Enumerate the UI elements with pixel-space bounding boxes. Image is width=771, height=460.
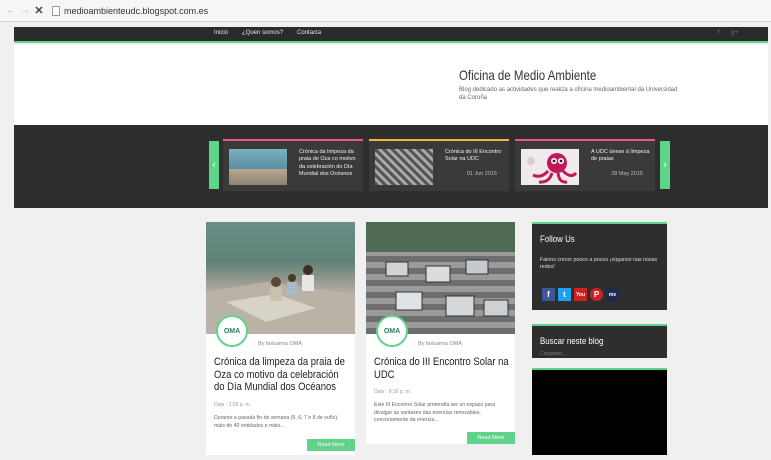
youtube-icon[interactable]: You bbox=[574, 288, 587, 301]
back-icon[interactable]: ← bbox=[4, 5, 18, 16]
author-avatar[interactable]: OMA bbox=[216, 315, 248, 347]
slider-prev-button[interactable]: ‹ bbox=[209, 141, 219, 189]
post-excerpt: Durante a pasada fin de semana (5, 6, 7 … bbox=[214, 415, 339, 429]
slide-date: 01 Jun 2015 bbox=[466, 171, 497, 177]
post-author[interactable]: By bolsaima OMA bbox=[258, 341, 302, 347]
twitter-icon[interactable]: t bbox=[558, 288, 571, 301]
google-plus-icon[interactable]: g+ bbox=[731, 30, 738, 36]
nav-links: Inicio ¿Quen somos? Contacta bbox=[214, 30, 321, 36]
search-widget: Buscar neste blog Cargando... bbox=[532, 324, 667, 358]
nav-link-inicio[interactable]: Inicio bbox=[214, 30, 228, 36]
pinterest-icon[interactable]: P bbox=[590, 288, 603, 301]
site-header: Oficina de Medio Ambiente Blog dedicado … bbox=[14, 45, 768, 125]
post-title[interactable]: Crónica da limpeza da praia de Oza co mo… bbox=[214, 356, 352, 394]
follow-us-widget: Follow Us Fainos crecer pouco a pouco ¡x… bbox=[532, 222, 667, 310]
widget-title: Buscar neste blog bbox=[540, 336, 604, 346]
read-more-button[interactable]: Read More bbox=[307, 439, 355, 451]
slide-item[interactable]: A UDC únese á limpeza de praias 28 May 2… bbox=[515, 139, 655, 191]
browser-address-bar: ← → ✕ medioambienteudc.blogspot.com.es bbox=[0, 0, 771, 22]
octopus-illustration bbox=[527, 153, 578, 184]
page-icon bbox=[52, 5, 60, 16]
slide-title[interactable]: Crónica da limpeza da praia de Oza co mo… bbox=[299, 149, 359, 179]
post-title[interactable]: Crónica do III Encontro Solar na UDC bbox=[374, 356, 512, 381]
chevron-right-icon: › bbox=[663, 159, 667, 171]
slide-item[interactable]: Crónica do III Encontro Solar na UDC 01 … bbox=[369, 139, 509, 191]
top-navigation: Inicio ¿Quen somos? Contacta f g+ bbox=[14, 27, 768, 43]
slide-date: 28 May 2015 bbox=[611, 171, 643, 177]
chevron-left-icon: ‹ bbox=[212, 159, 216, 171]
slide-title[interactable]: A UDC únese á limpeza de praias bbox=[591, 149, 651, 164]
facebook-icon[interactable]: f bbox=[717, 30, 719, 36]
facebook-icon[interactable]: f bbox=[542, 288, 555, 301]
widget-title: Follow Us bbox=[540, 234, 575, 244]
embed-widget[interactable] bbox=[532, 368, 667, 455]
slide-thumbnail[interactable] bbox=[521, 149, 579, 185]
nav-link-contacta[interactable]: Contacta bbox=[297, 30, 321, 36]
post-card: OMA By bolsaima OMA Crónica do III Encon… bbox=[366, 222, 515, 444]
slide-thumbnail[interactable] bbox=[229, 149, 287, 185]
featured-slider: ‹ Crónica da limpeza da praia de Oza co … bbox=[14, 125, 768, 208]
post-date: Date : 9:16 p. m. bbox=[374, 389, 411, 395]
nav-social: f g+ bbox=[717, 30, 738, 36]
site-description: Blog dedicado as actividades que realiza… bbox=[459, 87, 678, 102]
slider-next-button[interactable]: › bbox=[660, 141, 670, 189]
post-date: Date : 2:02 p. m. bbox=[214, 402, 251, 408]
widget-text: Fainos crecer pouco a pouco ¡xúganos nas… bbox=[540, 257, 658, 271]
post-excerpt: Este III Encontro Solar pretendía ser un… bbox=[374, 402, 496, 424]
meneame-icon[interactable]: me bbox=[606, 288, 619, 301]
nav-link-quen-somos[interactable]: ¿Quen somos? bbox=[242, 30, 283, 36]
forward-icon[interactable]: → bbox=[18, 5, 32, 16]
url-field[interactable]: medioambienteudc.blogspot.com.es bbox=[64, 6, 208, 16]
post-card: OMA By bolsaima OMA Crónica da limpeza d… bbox=[206, 222, 355, 455]
social-icons: f t You P me bbox=[542, 288, 619, 301]
site-title[interactable]: Oficina de Medio Ambiente bbox=[459, 67, 596, 83]
slide-item[interactable]: Crónica da limpeza da praia de Oza co mo… bbox=[223, 139, 363, 191]
author-avatar[interactable]: OMA bbox=[376, 315, 408, 347]
stop-icon[interactable]: ✕ bbox=[32, 4, 46, 17]
read-more-button[interactable]: Read More bbox=[467, 432, 515, 444]
slide-thumbnail[interactable] bbox=[375, 149, 433, 185]
post-author[interactable]: By bolsaima OMA bbox=[418, 341, 462, 347]
slide-title[interactable]: Crónica do III Encontro Solar na UDC bbox=[445, 149, 505, 164]
search-loading-text: Cargando... bbox=[540, 351, 567, 357]
